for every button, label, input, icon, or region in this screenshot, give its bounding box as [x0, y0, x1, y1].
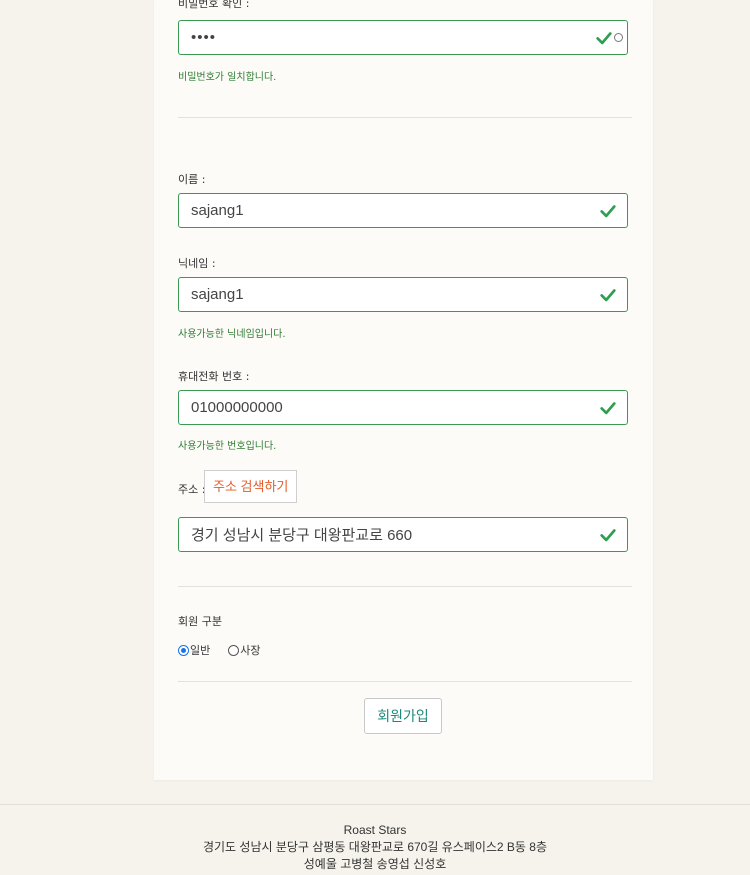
signup-submit-button[interactable]: 회원가입: [364, 698, 442, 734]
password-confirm-input[interactable]: [191, 21, 591, 54]
nickname-message: 사용가능한 닉네임입니다.: [178, 329, 286, 340]
phone-input[interactable]: [191, 391, 591, 424]
password-confirm-field[interactable]: [178, 20, 628, 55]
footer-members: 성예울 고병철 송영섭 신성호: [303, 857, 447, 871]
signup-form-card: 비밀번호 확인 : 비밀번호가 일치합니다. 이름 : 닉네임 : 사용가능한 …: [154, 0, 653, 780]
member-type-label: 회원 구분: [178, 615, 222, 628]
name-field[interactable]: [178, 193, 628, 228]
nickname-label: 닉네임 :: [178, 257, 216, 270]
footer-company: Roast Stars: [343, 823, 407, 837]
checkmark-icon: [600, 529, 616, 542]
section-divider: [178, 117, 632, 118]
checkmark-icon: [596, 32, 612, 45]
checkmark-icon: [600, 402, 616, 415]
checkmark-icon: [600, 289, 616, 302]
checkmark-icon: [600, 205, 616, 218]
phone-message: 사용가능한 번호입니다.: [178, 441, 277, 452]
footer-divider: [0, 804, 750, 805]
footer-address: 경기도 성남시 분당구 삼평동 대왕판교로 670길 유스페이스2 B동 8층: [202, 840, 548, 854]
password-confirm-message: 비밀번호가 일치합니다.: [178, 72, 277, 83]
name-input[interactable]: [191, 194, 591, 227]
nickname-input[interactable]: [191, 278, 591, 311]
radio-general[interactable]: [178, 644, 189, 656]
phone-field[interactable]: [178, 390, 628, 425]
address-input[interactable]: [191, 518, 591, 551]
phone-label: 휴대전화 번호 :: [178, 370, 250, 383]
section-divider: [178, 681, 632, 682]
address-field[interactable]: [178, 517, 628, 552]
member-type-options: 일반 사장: [178, 642, 261, 658]
radio-owner-label: 사장: [240, 644, 261, 657]
footer: Roast Stars 경기도 성남시 분당구 삼평동 대왕판교로 670길 유…: [0, 822, 750, 873]
radio-general-label: 일반: [190, 644, 211, 657]
radio-owner[interactable]: [228, 644, 240, 656]
nickname-field[interactable]: [178, 277, 628, 312]
address-label: 주소 :: [178, 483, 206, 496]
eye-icon[interactable]: [614, 33, 623, 42]
address-search-button[interactable]: 주소 검색하기: [204, 470, 298, 503]
password-confirm-label: 비밀번호 확인 :: [178, 0, 250, 10]
section-divider: [178, 586, 632, 587]
name-label: 이름 :: [178, 173, 206, 186]
